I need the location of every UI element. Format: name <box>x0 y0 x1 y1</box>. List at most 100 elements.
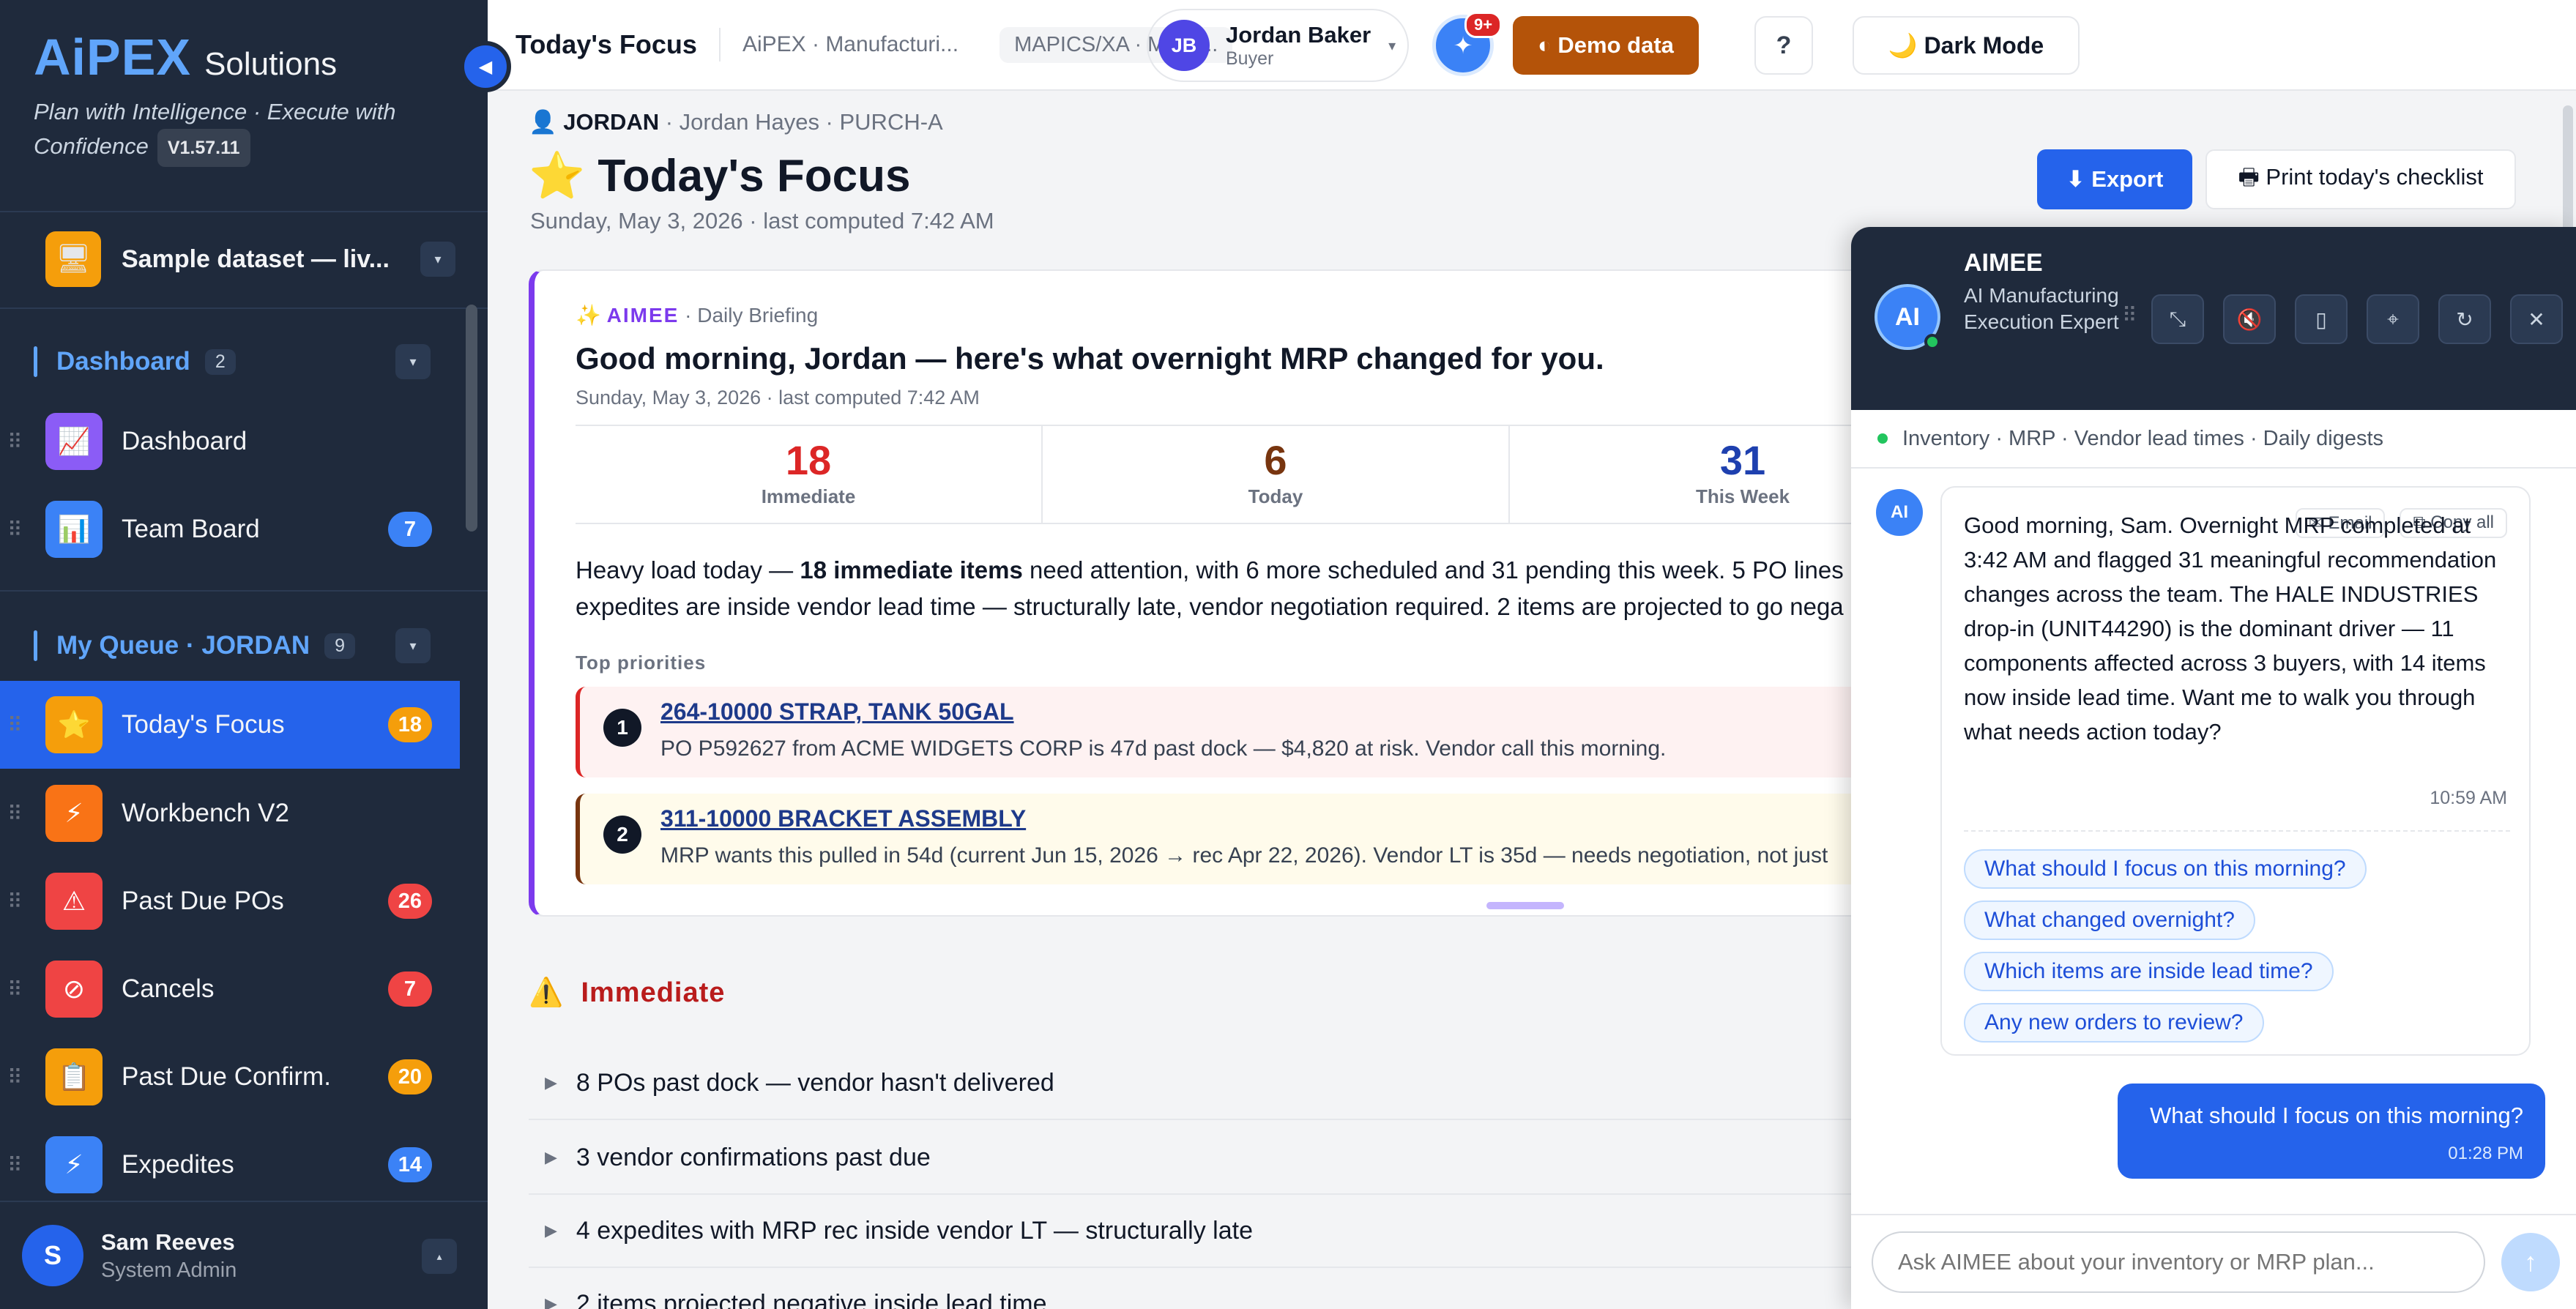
resize-handle[interactable] <box>1486 902 1564 909</box>
stat-value: 6 <box>1264 437 1287 483</box>
count-badge: 18 <box>387 707 432 742</box>
priority-item-link[interactable]: 264-10000 STRAP, TANK 50GAL <box>660 698 1014 726</box>
sidebar-collapse-button[interactable]: ◀ <box>460 41 511 92</box>
sidebar-item-past-due-confirm[interactable]: ⠿ 📋 Past Due Confirm. 20 <box>0 1037 460 1117</box>
suggestion-chip[interactable]: Any new orders to review? <box>1964 1003 2264 1043</box>
suggestion-chip[interactable]: What should I focus on this morning? <box>1964 849 2367 889</box>
section-collapse-button[interactable]: ▾ <box>395 628 431 663</box>
dataset-selector[interactable]: 🖥 Sample dataset — liv... <box>45 228 455 290</box>
message-time: 10:59 AM <box>2430 788 2507 808</box>
sidebar-item-workbench-v2[interactable]: ⠿ ⚡ Workbench V2 <box>0 773 460 854</box>
bar-chart-icon: 📊 <box>45 501 103 558</box>
summary-text: expedites are inside vendor lead time — … <box>576 593 1844 620</box>
avatar: S <box>22 1225 83 1286</box>
section-count: 2 <box>204 348 236 375</box>
sidebar-item-label: Workbench V2 <box>122 799 289 827</box>
warning-icon: ⚠️ <box>529 977 565 1008</box>
chart-trend-icon: 📈 <box>45 413 103 470</box>
chevron-down-icon: ▾ <box>1388 37 1396 54</box>
sidebar-item-cancels[interactable]: ⠿ ⊘ Cancels 7 <box>0 949 460 1029</box>
section-title: Dashboard <box>56 347 190 376</box>
mute-icon[interactable]: 🔇 <box>2223 294 2276 344</box>
demo-data-button[interactable]: ◐ Demo data <box>1513 16 1699 75</box>
drag-handle-icon[interactable]: ⠿ <box>7 1065 23 1089</box>
section-dashboard[interactable]: Dashboard 2 <box>34 340 444 384</box>
refresh-icon[interactable]: ↻ <box>2438 294 2491 344</box>
print-checklist-button[interactable]: 🖶 Print today's checklist <box>2205 149 2516 209</box>
user-message: What should I focus on this morning? 01:… <box>2118 1084 2545 1179</box>
aimee-avatar: AI <box>1876 489 1923 536</box>
sidebar-item-dashboard[interactable]: ⠿ 📈 Dashboard <box>0 401 460 482</box>
dock-icon[interactable]: ▯ <box>2295 294 2348 344</box>
briefing-kind: · Daily Briefing <box>679 304 819 327</box>
priority-rank: 1 <box>603 709 641 747</box>
brand-logo[interactable]: AiPEX <box>34 28 191 86</box>
help-button[interactable]: ? <box>1754 16 1813 75</box>
briefing-source: ✨ AIMEE · Daily Briefing <box>576 303 818 327</box>
user-role: System Admin <box>101 1258 237 1282</box>
breadcrumb[interactable]: AiPEX · Manufacturi... <box>742 32 958 57</box>
aimee-description: AI Manufacturing Execution Expert <box>1964 284 2119 333</box>
divider <box>0 307 488 309</box>
section-count: 9 <box>324 633 356 659</box>
suggestion-chip[interactable]: Which items are inside lead time? <box>1964 952 2334 991</box>
page-title-top: Today's Focus <box>515 29 697 59</box>
owner-short: JORDAN <box>563 109 660 135</box>
dataset-label: Sample dataset — liv... <box>122 245 390 273</box>
section-my-queue[interactable]: My Queue · JORDAN 9 <box>34 624 444 668</box>
row-label: 8 POs past dock — vendor hasn't delivere… <box>576 1068 1054 1097</box>
user-switcher[interactable]: JB Jordan Baker Buyer ▾ <box>1147 9 1409 82</box>
minimize-icon[interactable]: ⤡ <box>2151 294 2204 344</box>
drag-handle-icon[interactable]: ⠿ <box>2122 303 2137 327</box>
sidebar-item-expedites[interactable]: ⠿ ⚡ Expedites 14 <box>0 1125 460 1205</box>
stat-today[interactable]: 6 Today <box>1043 426 1510 523</box>
divider <box>718 28 721 61</box>
summary-text: need attention, with 6 more scheduled an… <box>1022 556 1858 583</box>
current-user[interactable]: S Sam Reeves System Admin ▴ <box>0 1201 488 1309</box>
send-button[interactable]: ↑ <box>2501 1233 2560 1291</box>
drag-handle-icon[interactable]: ⠿ <box>7 890 23 914</box>
drag-handle-icon[interactable]: ⠿ <box>7 518 23 542</box>
lightning-icon: ⚡ <box>45 785 103 842</box>
sidebar-item-label: Past Due Confirm. <box>122 1062 331 1091</box>
sparkle-icon: ✨ <box>576 304 607 327</box>
chat-input[interactable] <box>1872 1231 2485 1293</box>
section-collapse-button[interactable]: ▾ <box>395 344 431 379</box>
immediate-section-title: ⚠️ Immediate <box>529 977 725 1009</box>
drag-handle-icon[interactable]: ⠿ <box>7 977 23 1002</box>
arrow-up-icon: ↑ <box>2524 1247 2537 1277</box>
count-badge: 14 <box>387 1147 432 1182</box>
drag-handle-icon[interactable]: ⠿ <box>7 1153 23 1177</box>
sidebar-item-label: Past Due POs <box>122 887 284 915</box>
warning-icon: ⚠ <box>45 873 103 930</box>
user-menu-button[interactable]: ▴ <box>422 1239 457 1274</box>
brand: AiPEX Solutions Plan with Intelligence ·… <box>0 0 488 167</box>
aimee-context-bar: Inventory · MRP · Vendor lead times · Da… <box>1851 410 2576 469</box>
stat-immediate[interactable]: 18 Immediate <box>576 426 1043 523</box>
crosshair-icon[interactable]: ⌖ <box>2367 294 2419 344</box>
message-time: 01:28 PM <box>2448 1144 2523 1163</box>
count-badge: 26 <box>387 884 432 919</box>
context-scope: Inventory · MRP · Vendor lead times · Da… <box>1902 426 2384 450</box>
sidebar-item-todays-focus[interactable]: ⠿ ⭐ Today's Focus 18 <box>0 681 460 769</box>
cancel-icon: ⊘ <box>45 961 103 1018</box>
expand-caret-icon: ▶ <box>545 1294 557 1309</box>
dataset-dropdown-button[interactable]: ▾ <box>420 242 455 277</box>
drag-handle-icon[interactable]: ⠿ <box>7 713 23 737</box>
lightning-icon: ⚡ <box>45 1136 103 1193</box>
export-button[interactable]: ⬇ Export <box>2037 149 2192 209</box>
drag-handle-icon[interactable]: ⠿ <box>7 430 23 454</box>
online-status-dot <box>1924 334 1940 350</box>
sidebar-item-label: Expedites <box>122 1150 234 1179</box>
priority-item-link[interactable]: 311-10000 BRACKET ASSEMBLY <box>660 805 1026 832</box>
suggestion-chip[interactable]: What changed overnight? <box>1964 900 2255 940</box>
dark-mode-toggle[interactable]: 🌙 Dark Mode <box>1853 16 2080 75</box>
sidebar-scrollbar[interactable] <box>466 305 477 532</box>
chat-input-bar: ↑ <box>1851 1214 2576 1309</box>
section-title: Immediate <box>581 977 726 1008</box>
drag-handle-icon[interactable]: ⠿ <box>7 802 23 826</box>
sidebar-item-team-board[interactable]: ⠿ 📊 Team Board 7 <box>0 489 460 570</box>
sidebar-item-past-due-pos[interactable]: ⠿ ⚠ Past Due POs 26 <box>0 861 460 941</box>
close-icon[interactable]: ✕ <box>2510 294 2563 344</box>
owner-line: 👤 JORDAN · Jordan Hayes · PURCH-A <box>529 108 943 135</box>
